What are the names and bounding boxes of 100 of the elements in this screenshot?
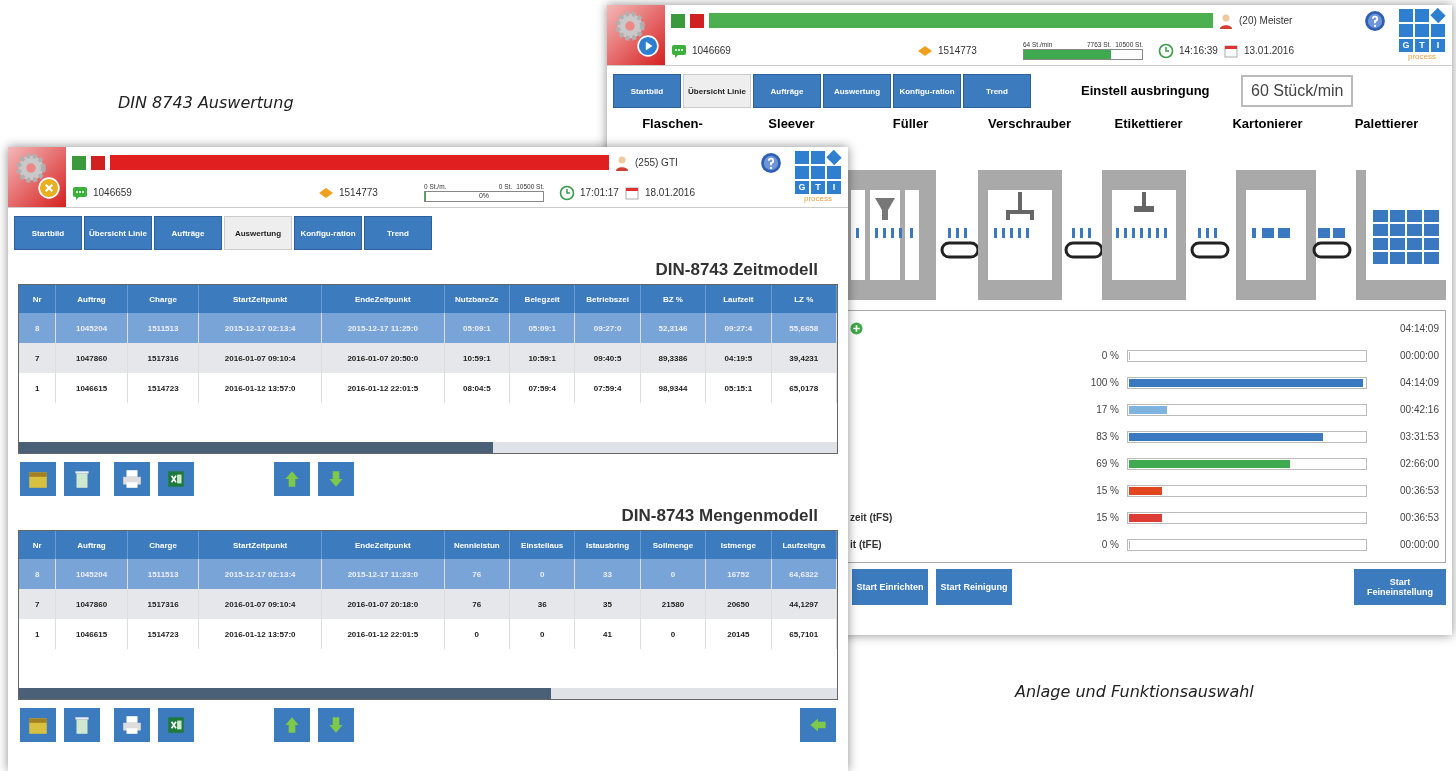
column-header[interactable]: Laufzeitgra <box>771 531 837 559</box>
clock-icon <box>559 184 575 201</box>
nav-tab[interactable]: Konfigu-ration <box>294 216 362 250</box>
table-cell: 07:59:4 <box>574 373 641 403</box>
nav-tab[interactable]: Startbild <box>14 216 82 250</box>
status-square[interactable] <box>72 155 86 170</box>
nav-tab[interactable]: Trend <box>963 74 1031 108</box>
start-button[interactable]: Start Reinigung <box>936 569 1012 605</box>
table-cell: 10:59:1 <box>444 343 510 373</box>
table-row[interactable]: 7 1047860 1517316 2016-01-07 09:10:4 2016-01-07 20:18:0 76 36 35 21580 20650 44,1297 <box>19 589 837 619</box>
status-square[interactable] <box>690 13 704 28</box>
nav-tab[interactable]: Aufträge <box>753 74 821 108</box>
date-text: 13.01.2016 <box>1243 45 1294 57</box>
table-cell: 64,6322 <box>771 559 837 589</box>
table-cell: 44,1297 <box>771 589 837 619</box>
excel-export-button[interactable] <box>158 462 194 496</box>
nav-tab[interactable]: Konfigu-ration <box>893 74 961 108</box>
column-header[interactable]: Auftrag <box>55 285 128 313</box>
table-cell: 98,9344 <box>640 373 706 403</box>
print-button[interactable] <box>114 462 150 496</box>
move-down-button[interactable] <box>318 708 354 742</box>
column-header[interactable]: Auftrag <box>55 531 128 559</box>
company-logo: G T I process <box>788 147 848 207</box>
table-cell: 05:09:1 <box>509 313 575 343</box>
duration-text: 03:31:53 <box>1399 431 1439 442</box>
print-button[interactable] <box>114 708 150 742</box>
help-icon[interactable] <box>760 151 782 174</box>
table-row[interactable]: 8 1045204 1511513 2015-12-17 02:13:4 2015-12-17 11:25:0 05:09:1 05:09:1 09:27:0 52,3146 09:27:4 55,6658 <box>19 313 837 343</box>
table-row[interactable]: 1 1046615 1514723 2016-01-12 13:57:0 2016-01-12 22:01:5 08:04:5 07:59:4 07:59:4 98,9344 05:15:1 65,0178 <box>19 373 837 403</box>
delete-button[interactable] <box>64 708 100 742</box>
table-cell: 7 <box>19 589 56 619</box>
table-cell: 2016-01-07 20:50:0 <box>321 343 445 373</box>
nav-tab[interactable]: Auswertung <box>224 216 292 250</box>
table-cell: 2016-01-07 20:18:0 <box>321 589 445 619</box>
column-header[interactable]: Nr <box>19 285 56 313</box>
help-icon[interactable] <box>1364 9 1386 32</box>
duration-text: 00:36:53 <box>1399 512 1439 523</box>
column-header[interactable]: EndeZeitpunkt <box>321 285 445 313</box>
table-cell: 33 <box>574 559 641 589</box>
column-header[interactable]: Istausbring <box>574 531 641 559</box>
spreadsheet-icon <box>165 714 187 736</box>
status-square[interactable] <box>671 13 685 28</box>
column-header[interactable]: Laufzeit <box>705 285 772 313</box>
nav-tab[interactable]: Übersicht Linie <box>683 74 751 108</box>
start-button[interactable]: Start Einrichten <box>852 569 928 605</box>
station-label: Füller <box>891 116 930 133</box>
nav-tab[interactable]: Aufträge <box>154 216 222 250</box>
close-icon[interactable] <box>38 177 60 199</box>
column-header[interactable]: StartZeitpunkt <box>198 285 322 313</box>
column-header[interactable]: BZ % <box>640 285 706 313</box>
output-setting-label: Einstell ausbringung <box>1081 85 1211 97</box>
column-header[interactable]: Istmenge <box>705 531 772 559</box>
column-header[interactable]: EndeZeitpunkt <box>321 531 445 559</box>
horizontal-scrollbar[interactable] <box>19 442 837 453</box>
table-cell: 09:27:0 <box>574 313 641 343</box>
status-square[interactable] <box>91 155 105 170</box>
back-button[interactable] <box>800 708 836 742</box>
column-header[interactable]: Nr <box>19 531 56 559</box>
move-down-button[interactable] <box>318 462 354 496</box>
table-cell: 2016-01-07 09:10:4 <box>198 589 322 619</box>
column-header[interactable]: LZ % <box>771 285 837 313</box>
nav-tab[interactable]: Startbild <box>613 74 681 108</box>
column-header[interactable]: Einstellaus <box>509 531 575 559</box>
table-cell: 2015-12-17 02:13:4 <box>198 559 322 589</box>
output-setting-field[interactable]: 60 Stück/min <box>1241 75 1354 107</box>
percent-text: 100 % <box>1089 377 1120 388</box>
horizontal-scrollbar[interactable] <box>19 688 837 699</box>
percent-text: 69 % <box>1095 458 1120 469</box>
column-header[interactable]: Sollmenge <box>640 531 706 559</box>
nav-tab[interactable]: Trend <box>364 216 432 250</box>
move-up-button[interactable] <box>274 462 310 496</box>
delete-button[interactable] <box>64 462 100 496</box>
table-cell: 65,7101 <box>771 619 837 649</box>
nav-tab[interactable]: Auswertung <box>823 74 891 108</box>
play-icon[interactable] <box>637 35 659 57</box>
excel-export-button[interactable] <box>158 708 194 742</box>
move-up-button[interactable] <box>274 708 310 742</box>
table-row[interactable]: 8 1045204 1511513 2015-12-17 02:13:4 2015-12-17 11:23:0 76 0 33 0 16752 64,6322 <box>19 559 837 589</box>
company-logo: G T I process <box>1392 5 1452 65</box>
column-header[interactable]: Charge <box>127 531 199 559</box>
duration-text: 00:00:00 <box>1399 539 1439 550</box>
calendar-icon <box>623 184 640 201</box>
table-row[interactable]: 7 1047860 1517316 2016-01-07 09:10:4 2016-01-07 20:50:0 10:59:1 10:59:1 09:40:5 89,3386 04:19:5 39,4231 <box>19 343 837 373</box>
table-row[interactable]: 1 1046615 1514723 2016-01-12 13:57:0 2016-01-12 22:01:5 0 0 41 0 20145 65,7101 <box>19 619 837 649</box>
column-header[interactable]: Belegzeit <box>509 285 575 313</box>
duration-text: 02:66:00 <box>1399 458 1439 469</box>
table-cell: 09:40:5 <box>574 343 641 373</box>
nav-tab[interactable]: Übersicht Linie <box>84 216 152 250</box>
calendar-button[interactable] <box>20 462 56 496</box>
calendar-button[interactable] <box>20 708 56 742</box>
start-button[interactable]: Start Feineinstellung <box>1354 569 1446 605</box>
column-header[interactable]: NutzbareZe <box>444 285 510 313</box>
table-cell: 1047860 <box>55 343 128 373</box>
column-header[interactable]: StartZeitpunkt <box>198 531 322 559</box>
station-label: Flaschen- <box>641 116 704 133</box>
station-label: Verschrauber <box>986 116 1073 133</box>
add-icon[interactable] <box>850 322 863 335</box>
column-header[interactable]: Nennleistun <box>444 531 510 559</box>
column-header[interactable]: Charge <box>127 285 199 313</box>
column-header[interactable]: Betriebszei <box>574 285 641 313</box>
